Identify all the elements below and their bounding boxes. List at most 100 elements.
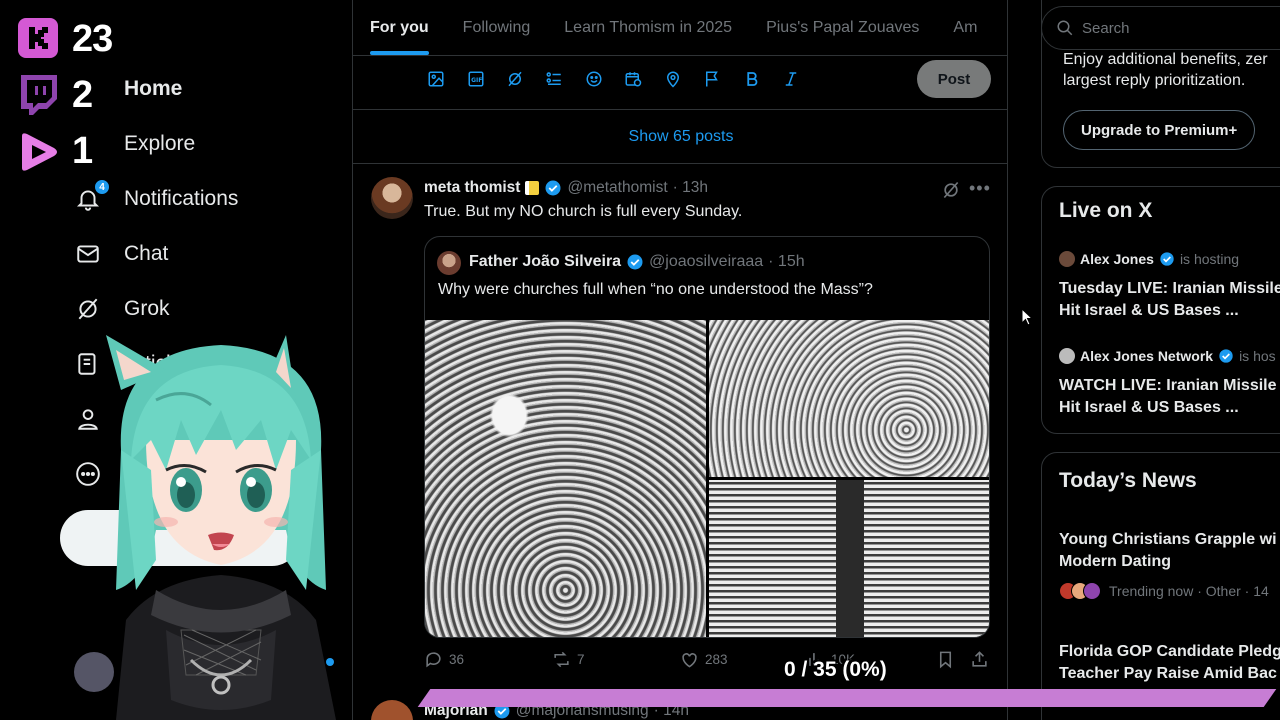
repost-count: 7: [577, 652, 585, 667]
news-item-title[interactable]: Florida GOP Candidate Pledg Teacher Pay …: [1059, 641, 1280, 685]
envelope-icon: [74, 240, 102, 268]
quoted-tweet[interactable]: Father João Silveira @joaosilveiraaa · 1…: [424, 236, 990, 638]
tweet-author-name[interactable]: meta thomist: [424, 179, 520, 197]
bookmark-button[interactable]: [936, 650, 955, 669]
verified-icon: [1160, 252, 1174, 266]
verified-icon: [627, 254, 643, 270]
schedule-icon[interactable]: [622, 68, 644, 90]
youtube-viewer-count: 1: [72, 130, 93, 172]
kick-icon: [16, 16, 60, 60]
twitch-icon: [16, 72, 60, 116]
mouse-cursor-icon: [1021, 308, 1033, 326]
quote-photo-1[interactable]: [425, 320, 706, 637]
tab-papal-zouaves[interactable]: Pius's Papal Zouaves: [749, 0, 936, 55]
news-title-line-2: Teacher Pay Raise Amid Bac: [1059, 665, 1277, 682]
upgrade-premium-button[interactable]: Upgrade to Premium+: [1063, 110, 1256, 150]
reply-icon: [426, 652, 441, 668]
premium-description: Enjoy additional benefits, zer largest r…: [1063, 49, 1268, 91]
tweet-header: meta thomist @metathomist · 13h: [424, 179, 708, 197]
vtuber-avatar: [106, 335, 336, 720]
more-options-icon[interactable]: •••: [969, 178, 991, 199]
image-icon[interactable]: [425, 68, 447, 90]
nav-explore-label: Explore: [124, 132, 196, 155]
tab-for-you[interactable]: For you: [353, 0, 446, 55]
next-tweet-avatar[interactable]: [371, 700, 413, 720]
timeline-tabs: For you Following Learn Thomism in 2025 …: [353, 0, 1007, 56]
flag-icon[interactable]: [701, 68, 723, 90]
italic-icon[interactable]: [780, 68, 802, 90]
emoji-icon[interactable]: [583, 68, 605, 90]
tweet-text: True. But my NO church is full every Sun…: [424, 203, 743, 220]
news-meta-text: Trending now · Other · 14: [1109, 583, 1269, 599]
grok-icon[interactable]: [941, 180, 961, 200]
bookmark-icon: [939, 651, 952, 669]
reply-button[interactable]: 36: [424, 650, 464, 669]
news-item-meta: Trending now · Other · 14: [1059, 582, 1269, 600]
verified-icon: [1219, 349, 1233, 363]
live-title[interactable]: WATCH LIVE: Iranian Missile Hit Israel &…: [1059, 375, 1277, 419]
host-avatar: [1059, 348, 1075, 364]
tweet-time[interactable]: · 13h: [673, 179, 708, 197]
svg-text:GIF: GIF: [471, 77, 482, 84]
news-title-line-1: Florida GOP Candidate Pledg: [1059, 643, 1280, 660]
progress-bar: [417, 689, 1277, 707]
tab-learn-thomism[interactable]: Learn Thomism in 2025: [547, 0, 749, 55]
progress-label: 0 / 35 (0%): [784, 658, 887, 681]
heart-icon: [682, 653, 697, 668]
like-count: 283: [705, 652, 728, 667]
quote-author-name[interactable]: Father João Silveira: [469, 253, 621, 271]
host-avatar: [1059, 251, 1075, 267]
nav-home-label: Home: [124, 77, 183, 100]
tab-following[interactable]: Following: [446, 0, 548, 55]
live-title-line-2: Hit Israel & US Bases ...: [1059, 399, 1239, 416]
live-title-line-1: Tuesday LIVE: Iranian Missile: [1059, 280, 1280, 297]
reply-count: 36: [449, 652, 465, 667]
live-title[interactable]: Tuesday LIVE: Iranian Missile Hit Israel…: [1059, 278, 1280, 322]
live-host-row[interactable]: Alex Jones Network is hos: [1059, 348, 1276, 364]
tweet-actions: 36 7 283 10K: [424, 650, 990, 674]
share-button[interactable]: [970, 650, 989, 669]
live-title-line-2: Hit Israel & US Bases ...: [1059, 302, 1239, 319]
timeline: For you Following Learn Thomism in 2025 …: [352, 0, 1008, 720]
host-status: is hos: [1239, 348, 1276, 364]
repost-button[interactable]: 7: [552, 650, 585, 669]
like-button[interactable]: 283: [680, 650, 728, 669]
quote-avatar[interactable]: [437, 251, 461, 275]
affiliate-badge-icon: [525, 181, 540, 195]
show-new-posts-button[interactable]: Show 65 posts: [353, 110, 1007, 164]
twitch-viewer-count: 2: [72, 74, 93, 116]
share-icon: [972, 651, 987, 667]
post-button[interactable]: Post: [917, 60, 991, 98]
poll-icon[interactable]: [543, 68, 565, 90]
bell-icon: 4: [74, 179, 110, 213]
bold-icon[interactable]: [741, 68, 763, 90]
live-section-title: Live on X: [1059, 199, 1153, 222]
quote-photo-2[interactable]: [709, 320, 989, 477]
nav-explore[interactable]: Explore: [120, 122, 195, 166]
news-item-title[interactable]: Young Christians Grapple wi Modern Datin…: [1059, 529, 1277, 573]
nav-grok[interactable]: Grok: [74, 287, 170, 331]
nav-notifications-label: Notifications: [124, 187, 239, 210]
nav-notifications[interactable]: 4 Notifications: [74, 177, 238, 221]
tweet-avatar[interactable]: [371, 177, 413, 219]
host-status: is hosting: [1179, 251, 1240, 267]
nav-home[interactable]: Home: [120, 67, 182, 111]
nav-chat-label: Chat: [124, 242, 169, 265]
grok-icon[interactable]: [504, 68, 526, 90]
verified-icon: [545, 180, 561, 196]
news-section-title: Today’s News: [1059, 469, 1197, 492]
news-title-line-1: Young Christians Grapple wi: [1059, 531, 1277, 548]
location-icon[interactable]: [662, 68, 684, 90]
host-name: Alex Jones: [1080, 251, 1154, 267]
quote-time[interactable]: · 15h: [768, 253, 804, 271]
tab-overflow[interactable]: Am: [936, 0, 994, 55]
tweet-author-handle[interactable]: @metathomist: [567, 179, 667, 197]
gif-icon[interactable]: GIF: [465, 68, 487, 90]
nav-chat[interactable]: Chat: [74, 232, 168, 276]
quote-header: Father João Silveira @joaosilveiraaa · 1…: [469, 253, 805, 271]
quote-photo-3[interactable]: [709, 480, 989, 637]
quote-author-handle[interactable]: @joaosilveiraaa: [649, 253, 763, 271]
nav-grok-label: Grok: [124, 297, 170, 320]
live-host-row[interactable]: Alex Jones is hosting: [1059, 251, 1239, 267]
premium-text-line-2: largest reply prioritization.: [1063, 72, 1246, 89]
